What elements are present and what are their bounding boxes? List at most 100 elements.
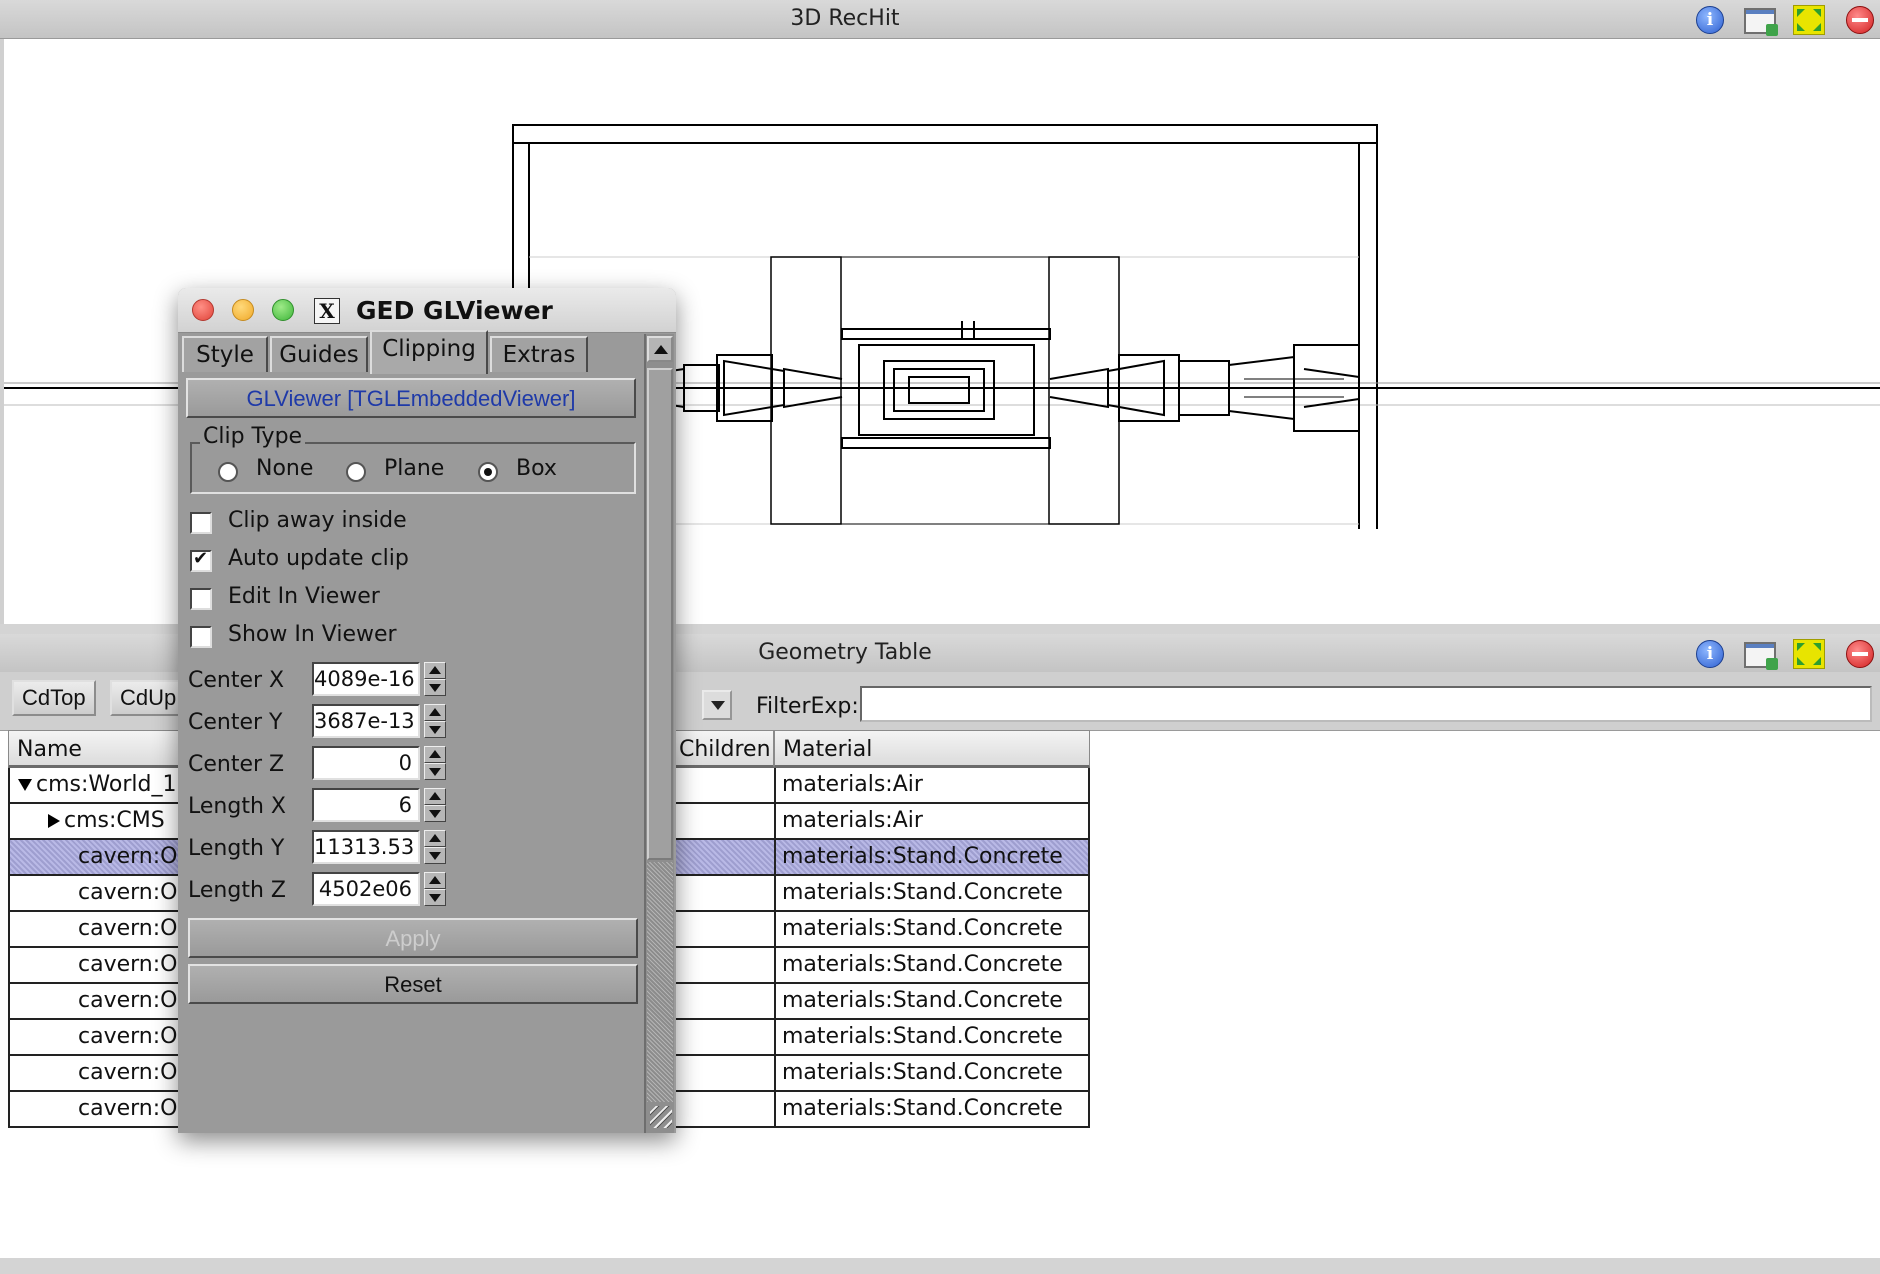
spin-up-icon[interactable]: [424, 788, 446, 805]
filter-combo-dropdown[interactable]: [702, 690, 732, 720]
material-cell: materials:Stand.Concrete: [774, 1056, 1090, 1090]
number-entry[interactable]: 4502e06: [312, 872, 420, 906]
field-label: Center Y: [188, 710, 283, 735]
spin-down-icon[interactable]: [424, 721, 446, 738]
number-entry[interactable]: 3687e-13: [312, 704, 420, 738]
spin-down-icon[interactable]: [424, 763, 446, 780]
table-info-button[interactable]: i: [1690, 638, 1726, 668]
node-name: cms:World_1: [36, 772, 177, 797]
viewer-close-button[interactable]: [1840, 4, 1876, 34]
radio-plane[interactable]: [346, 462, 366, 482]
radio-plane-label[interactable]: Plane: [384, 456, 444, 481]
ged-glviewer-dialog: X GED GLViewer Style Guides Clipping Ext…: [178, 288, 676, 1133]
reset-button[interactable]: Reset: [188, 964, 638, 1004]
children-cell: [670, 948, 774, 982]
spin-buttons: [424, 788, 446, 822]
scroll-track[interactable]: [647, 862, 673, 1102]
filter-input[interactable]: [860, 686, 1872, 722]
radio-none[interactable]: [218, 462, 238, 482]
tab-clipping[interactable]: Clipping: [370, 330, 488, 374]
spin-buttons: [424, 830, 446, 864]
checkbox[interactable]: [190, 512, 212, 534]
radio-none-label[interactable]: None: [256, 456, 313, 481]
checkbox-label[interactable]: Clip away inside: [228, 508, 407, 533]
material-cell: materials:Stand.Concrete: [774, 984, 1090, 1018]
children-cell: [670, 876, 774, 910]
spin-up-icon[interactable]: [424, 746, 446, 763]
clip-type-label: Clip Type: [200, 424, 306, 449]
viewer-panel-title: 3D RecHit: [790, 6, 900, 31]
viewer-undock-button[interactable]: [1740, 4, 1778, 36]
tab-guides[interactable]: Guides: [270, 336, 368, 372]
scroll-thumb[interactable]: [647, 368, 673, 860]
spin-down-icon[interactable]: [424, 889, 446, 906]
table-undock-button[interactable]: [1740, 638, 1778, 670]
column-header-children[interactable]: Children: [670, 730, 774, 768]
spin-down-icon[interactable]: [424, 805, 446, 822]
checkbox-label[interactable]: Auto update clip: [228, 546, 409, 571]
column-header-material[interactable]: Material: [774, 730, 1090, 768]
viewer-object-button[interactable]: GLViewer [TGLEmbeddedViewer]: [186, 378, 636, 418]
field-label: Center Z: [188, 752, 285, 777]
dialog-titlebar[interactable]: X GED GLViewer: [178, 288, 676, 333]
children-cell: [670, 1020, 774, 1054]
material-cell: materials:Stand.Concrete: [774, 1092, 1090, 1126]
dialog-close-button[interactable]: [192, 299, 214, 321]
resize-grip-icon[interactable]: [650, 1106, 672, 1128]
node-name: cavern:O: [78, 988, 178, 1013]
spin-up-icon[interactable]: [424, 704, 446, 721]
checkbox-label[interactable]: Show In Viewer: [228, 622, 397, 647]
number-entry[interactable]: 6: [312, 788, 420, 822]
info-icon: i: [1696, 6, 1724, 34]
children-cell: [670, 984, 774, 1018]
spin-buttons: [424, 662, 446, 696]
undock-icon: [1744, 642, 1778, 670]
radio-box-label[interactable]: Box: [516, 456, 557, 481]
dialog-minimize-button[interactable]: [232, 299, 254, 321]
spin-up-icon[interactable]: [424, 830, 446, 847]
node-name: cavern:O: [78, 916, 178, 941]
number-entry[interactable]: 11313.53: [312, 830, 420, 864]
tree-expand-icon[interactable]: [48, 814, 60, 828]
number-entry[interactable]: 4089e-16: [312, 662, 420, 696]
maximize-icon: [1793, 639, 1825, 669]
node-name: cavern:O: [78, 952, 178, 977]
checkbox[interactable]: [190, 548, 212, 572]
close-icon: [1846, 640, 1874, 668]
spin-down-icon[interactable]: [424, 679, 446, 696]
maximize-icon: [1793, 5, 1825, 35]
viewer-panel-header: 3D RecHit i: [0, 0, 1880, 39]
apply-button[interactable]: Apply: [188, 918, 638, 958]
spin-down-icon[interactable]: [424, 847, 446, 864]
spin-up-icon[interactable]: [424, 872, 446, 889]
checkbox-label[interactable]: Edit In Viewer: [228, 584, 380, 609]
tree-collapse-icon[interactable]: [18, 779, 32, 791]
material-cell: materials:Stand.Concrete: [774, 840, 1090, 874]
dialog-zoom-button[interactable]: [272, 299, 294, 321]
spin-buttons: [424, 872, 446, 906]
checkbox[interactable]: [190, 626, 212, 648]
children-cell: [670, 804, 774, 838]
radio-box[interactable]: [478, 462, 498, 482]
tab-extras[interactable]: Extras: [490, 336, 588, 372]
number-entry[interactable]: 0: [312, 746, 420, 780]
viewer-info-button[interactable]: i: [1690, 4, 1726, 34]
children-cell: [670, 1092, 774, 1126]
checkbox[interactable]: [190, 588, 212, 610]
tab-style[interactable]: Style: [182, 336, 268, 372]
table-maximize-button[interactable]: [1790, 638, 1826, 669]
cdup-button[interactable]: CdUp: [110, 680, 187, 716]
viewer-maximize-button[interactable]: [1790, 4, 1826, 35]
cdtop-button[interactable]: CdTop: [12, 680, 96, 716]
spin-up-icon[interactable]: [424, 662, 446, 679]
field-label: Length X: [188, 794, 286, 819]
children-cell: [670, 840, 774, 874]
table-close-button[interactable]: [1840, 638, 1876, 668]
dialog-scrollbar[interactable]: [644, 334, 674, 1133]
node-name: cavern:O: [78, 880, 178, 905]
undock-icon: [1744, 8, 1778, 36]
scroll-up-arrow-icon[interactable]: [647, 336, 673, 362]
material-cell: materials:Stand.Concrete: [774, 876, 1090, 910]
info-icon: i: [1696, 640, 1724, 668]
field-label: Length Y: [188, 836, 285, 861]
